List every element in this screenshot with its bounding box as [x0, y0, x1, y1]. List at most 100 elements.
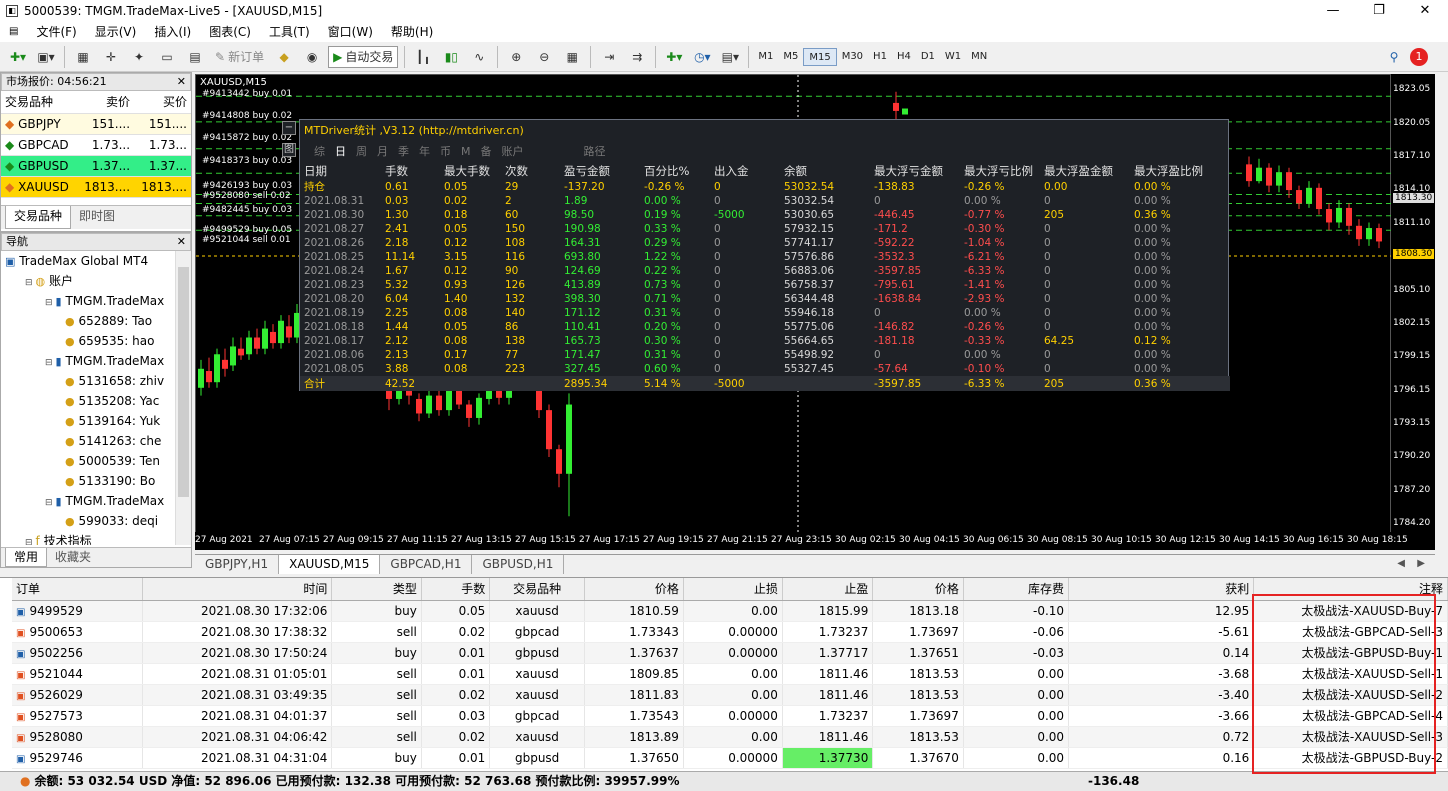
price-scale[interactable]: 1823.05 1820.05 1817.10 1814.10 1813.30 1811.…	[1391, 74, 1435, 550]
stats-tab[interactable]: 月	[377, 145, 388, 158]
templates-icon[interactable]: ▤▾	[718, 46, 742, 68]
navigator-item[interactable]: ⊟ ▮ TMGM.TradeMax	[1, 291, 175, 311]
order-row[interactable]: ▣ 9526029 2021.08.31 03:49:35 sell 0.02 xauus…	[12, 684, 1448, 706]
market-watch-row[interactable]: ◆ XAUUSD 1813.... 1813....	[1, 176, 191, 198]
new-order-button[interactable]: ✎ 新订单	[211, 46, 268, 68]
order-row[interactable]: ▣ 9502256 2021.08.30 17:50:24 buy 0.01 gbpusd…	[12, 642, 1448, 664]
autoscroll-icon[interactable]: ⇉	[625, 46, 649, 68]
collapse-icon[interactable]: −	[282, 121, 296, 135]
navigator-item[interactable]: ● 5141263: che	[1, 431, 175, 451]
chart-tab-gbpjpy[interactable]: GBPJPY,H1	[195, 555, 280, 574]
col-ask[interactable]: 买价	[134, 91, 191, 114]
col-header[interactable]: 库存费	[963, 578, 1070, 601]
navigator-item[interactable]: ● 652889: Tao	[1, 311, 175, 331]
line-chart-icon[interactable]: ∿	[467, 46, 491, 68]
terminal-icon[interactable]: ▭	[155, 46, 179, 68]
menu-tools[interactable]: 工具(T)	[260, 22, 319, 42]
menu-chart[interactable]: 图表(C)	[200, 22, 260, 42]
stats-tab[interactable]: 账户	[502, 145, 524, 158]
col-header[interactable]: 订单	[12, 578, 143, 601]
tab-scroll-left-icon[interactable]: ◀	[1397, 555, 1405, 573]
col-bid[interactable]: 卖价	[77, 91, 135, 114]
navigator-item[interactable]: ● 659535: hao	[1, 331, 175, 351]
stats-tab[interactable]: M	[461, 145, 471, 158]
tf-mn[interactable]: MN	[966, 48, 992, 66]
navigator-item[interactable]: ⊟ ▮ TMGM.TradeMax	[1, 351, 175, 371]
chart-tab-xauusd[interactable]: XAUUSD,M15	[279, 555, 381, 574]
col-header[interactable]: 时间	[142, 578, 333, 601]
market-watch-row[interactable]: ◆ GBPJPY 151.... 151....	[1, 113, 191, 135]
stats-toggle-icon[interactable]: 图	[282, 143, 296, 157]
stats-tab[interactable]: 路径	[584, 145, 606, 158]
tf-m1[interactable]: M1	[753, 48, 778, 66]
indicators-icon[interactable]: ✚▾	[662, 46, 686, 68]
crosshair-icon[interactable]: ✛	[99, 46, 123, 68]
expand-icon[interactable]: ⊟	[45, 498, 53, 508]
stats-tab[interactable]: 季	[398, 145, 409, 158]
close-icon[interactable]: ✕	[177, 234, 186, 250]
navigator-item[interactable]: ● 5000539: Ten	[1, 451, 175, 471]
navigator-item[interactable]: ▣ TradeMax Global MT4	[1, 251, 175, 271]
tab-scroll-right-icon[interactable]: ▶	[1417, 555, 1425, 573]
stats-tab[interactable]: 周	[356, 145, 367, 158]
col-header[interactable]: 止盈	[782, 578, 874, 601]
auto-trade-button[interactable]: ▶ 自动交易	[328, 45, 399, 68]
tf-d1[interactable]: D1	[916, 48, 940, 66]
stats-tab[interactable]: 币	[440, 145, 451, 158]
order-row[interactable]: ▣ 9529746 2021.08.31 04:31:04 buy 0.01 gbpusd…	[12, 747, 1448, 769]
col-header[interactable]: 止损	[683, 578, 783, 601]
chart-tab-gbpusd[interactable]: GBPUSD,H1	[472, 555, 565, 574]
close-icon[interactable]: ✕	[177, 74, 186, 90]
tf-m15[interactable]: M15	[803, 47, 837, 66]
order-row[interactable]: ▣ 9527573 2021.08.31 04:01:37 sell 0.03 gbpca…	[12, 705, 1448, 727]
notification-icon[interactable]: 1	[1410, 47, 1428, 66]
navigator-icon[interactable]: ✦	[127, 46, 151, 68]
doc-icon[interactable]: ▤	[0, 22, 27, 42]
tf-w1[interactable]: W1	[940, 48, 966, 66]
col-header[interactable]: 价格	[584, 578, 684, 601]
tester-icon[interactable]: ▤	[183, 46, 207, 68]
stats-tab[interactable]: 年	[419, 145, 430, 158]
new-chart-icon[interactable]: ✚▾	[6, 46, 30, 68]
navigator-item[interactable]: ● 5133190: Bo	[1, 471, 175, 491]
stats-tab[interactable]: 日	[335, 145, 346, 158]
navigator-item[interactable]: ⊟ ƒ 技术指标	[1, 531, 175, 545]
tf-h4[interactable]: H4	[892, 48, 916, 66]
close-button[interactable]: ✕	[1402, 0, 1448, 22]
navigator-item[interactable]: ● 5131658: zhiv	[1, 371, 175, 391]
expand-icon[interactable]: ⊟	[45, 358, 53, 368]
metaeditor-icon[interactable]: ◆	[272, 46, 296, 68]
stats-tab[interactable]: 备	[481, 145, 492, 158]
tile-windows-icon[interactable]: ▦	[560, 46, 584, 68]
market-watch-row[interactable]: ◆ GBPUSD 1.37... 1.37...	[1, 155, 191, 177]
menu-insert[interactable]: 插入(I)	[145, 22, 200, 42]
chart-tab-gbpcad[interactable]: GBPCAD,H1	[380, 555, 473, 574]
menu-view[interactable]: 显示(V)	[86, 22, 146, 42]
navigator-item[interactable]: ● 5135208: Yac	[1, 391, 175, 411]
tab-favorites[interactable]: 收藏夹	[47, 548, 99, 567]
tf-h1[interactable]: H1	[868, 48, 892, 66]
market-watch-icon[interactable]: ▦	[71, 46, 95, 68]
expand-icon[interactable]: ⊟	[25, 538, 33, 545]
menu-window[interactable]: 窗口(W)	[319, 22, 382, 42]
menu-help[interactable]: 帮助(H)	[382, 22, 442, 42]
navigator-item[interactable]: ● 599033: deqi	[1, 511, 175, 531]
order-row[interactable]: ▣ 9500653 2021.08.30 17:38:32 sell 0.02 gbpca…	[12, 621, 1448, 643]
order-row[interactable]: ▣ 9528080 2021.08.31 04:06:42 sell 0.02 xauus…	[12, 726, 1448, 748]
stats-tab[interactable]: 综	[314, 145, 325, 158]
expand-icon[interactable]: ⊟	[25, 278, 33, 288]
navigator-item[interactable]: ● 5139164: Yuk	[1, 411, 175, 431]
col-header[interactable]: 手数	[421, 578, 491, 601]
col-symbol[interactable]: 交易品种	[1, 91, 78, 114]
zoom-out-icon[interactable]: ⊖	[532, 46, 556, 68]
chart-shift-icon[interactable]: ⇥	[597, 46, 621, 68]
order-row[interactable]: ▣ 9499529 2021.08.30 17:32:06 buy 0.05 xauusd…	[12, 600, 1448, 622]
col-header[interactable]: 获利	[1068, 578, 1255, 601]
periods-icon[interactable]: ◷▾	[690, 46, 714, 68]
tf-m30[interactable]: M30	[837, 48, 868, 66]
col-header[interactable]: 类型	[331, 578, 422, 601]
bar-chart-icon[interactable]: ┃╻	[411, 46, 435, 68]
col-header[interactable]: 交易品种	[489, 578, 585, 601]
expand-icon[interactable]: ⊟	[45, 298, 53, 308]
col-header[interactable]: 价格	[872, 578, 964, 601]
